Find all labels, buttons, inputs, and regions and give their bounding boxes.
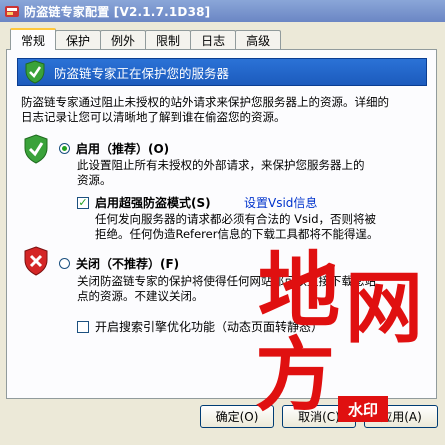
tab-logs[interactable]: 日志 xyxy=(190,30,237,49)
shield-x-icon xyxy=(24,246,48,276)
tab-strip: 常规 保护 例外 限制 日志 高级 xyxy=(10,28,282,50)
apply-button[interactable]: 应用(A) xyxy=(364,405,438,428)
seo-checkbox[interactable]: 开启搜索引擎优化功能（动态页面转静态） xyxy=(77,318,323,335)
cancel-button[interactable]: 取消(C) xyxy=(282,405,356,428)
banner-text: 防盗链专家正在保护您的服务器 xyxy=(54,65,230,81)
disable-radio[interactable]: 关闭（不推荐）(F) xyxy=(59,255,179,272)
ok-button[interactable]: 确定(O) xyxy=(200,405,274,428)
app-icon xyxy=(5,6,19,17)
disable-radio-label: 关闭（不推荐）(F) xyxy=(76,257,180,271)
enable-radio[interactable]: 启用（推荐）(O) xyxy=(59,140,169,157)
status-banner: 防盗链专家正在保护您的服务器 xyxy=(17,58,427,86)
super-mode-checkbox[interactable]: ✓ 启用超强防盗模式(S) xyxy=(77,194,211,211)
tab-panel-general: 防盗链专家正在保护您的服务器 防盗链专家通过阻止未授权的站外请求来保护您服务器上… xyxy=(6,49,437,399)
intro-text: 防盗链专家通过阻止未授权的站外请求来保护您服务器上的资源。详细的 日志记录让您可… xyxy=(21,95,389,124)
super-mode-description: 任何发向服务器的请求都必须有合法的 Vsid，否则将被 拒绝。任何伪造Refer… xyxy=(95,212,379,241)
dialog-buttons: 确定(O) 取消(C) 应用(A) xyxy=(0,405,445,433)
radio-button[interactable] xyxy=(59,143,70,154)
tab-advanced[interactable]: 高级 xyxy=(235,30,282,49)
super-mode-label: 启用超强防盗模式(S) xyxy=(95,196,211,210)
tab-limits[interactable]: 限制 xyxy=(145,30,192,49)
checkbox[interactable] xyxy=(77,320,89,333)
shield-check-icon xyxy=(24,134,48,164)
enable-radio-label: 启用（推荐）(O) xyxy=(76,142,170,156)
enable-description: 此设置阻止所有未授权的外部请求，来保护您服务器上的 资源。 xyxy=(77,158,365,187)
tab-exceptions[interactable]: 例外 xyxy=(100,30,147,49)
vsid-settings-link[interactable]: 设置Vsid信息 xyxy=(244,194,317,211)
radio-button[interactable] xyxy=(59,258,70,269)
checkbox[interactable]: ✓ xyxy=(77,196,89,209)
disable-description: 关闭防盗链专家的保护将使得任何网站都可以直接下载您站 点的资源。不建议关闭。 xyxy=(77,274,376,303)
shield-check-icon xyxy=(25,60,45,84)
tab-protect[interactable]: 保护 xyxy=(55,30,102,49)
seo-label: 开启搜索引擎优化功能（动态页面转静态） xyxy=(95,320,324,334)
window-title: 防盗链专家配置 [V2.1.7.1D38] xyxy=(24,4,211,19)
tab-general[interactable]: 常规 xyxy=(10,28,57,50)
title-bar[interactable]: 防盗链专家配置 [V2.1.7.1D38] xyxy=(0,0,445,22)
